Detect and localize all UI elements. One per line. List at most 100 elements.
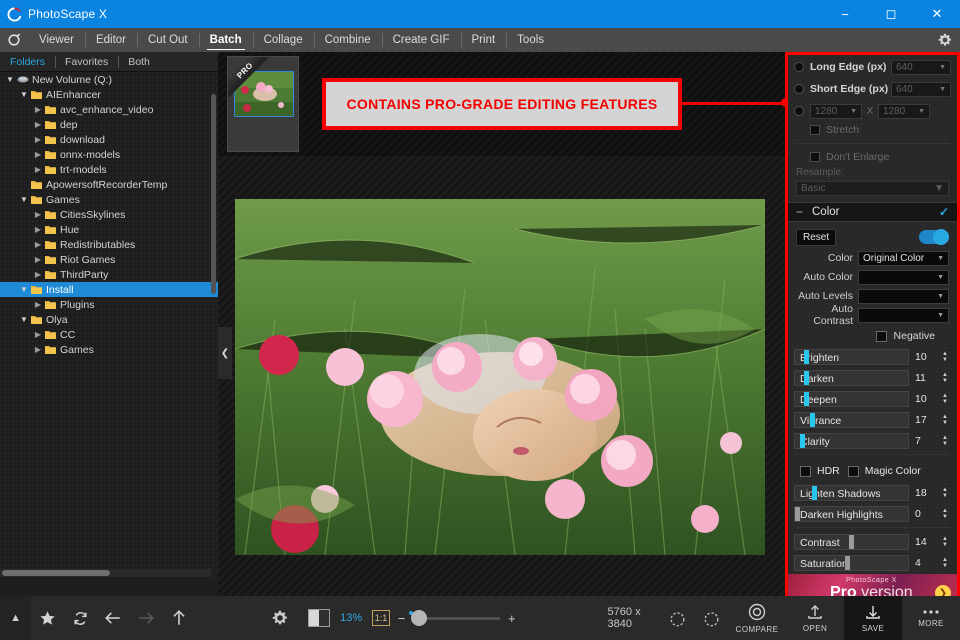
star-icon[interactable]	[31, 596, 64, 640]
dont-enlarge-checkbox[interactable]	[810, 152, 820, 162]
slider-thumb[interactable]	[804, 371, 809, 385]
minus-icon[interactable]: −	[796, 205, 808, 219]
chevron-right-icon[interactable]: ▶	[32, 105, 44, 114]
slider-clarity[interactable]: Clarity	[794, 433, 909, 449]
tree-node[interactable]: ▶CC	[0, 327, 218, 342]
slider-darken-highlights[interactable]: Darken Highlights	[794, 506, 909, 522]
gear-icon[interactable]	[930, 28, 960, 52]
slider-darken[interactable]: Darken	[794, 370, 909, 386]
open-button[interactable]: OPEN	[786, 596, 844, 640]
compare-button[interactable]: COMPARE	[728, 596, 786, 640]
menu-item-print[interactable]: Print	[461, 28, 507, 52]
height-combo[interactable]: 1280▼	[878, 104, 930, 119]
arrow-left-icon[interactable]	[97, 596, 130, 640]
gear-icon[interactable]	[263, 596, 296, 640]
menu-item-cut-out[interactable]: Cut Out	[137, 28, 199, 52]
spinner-icon[interactable]: ▲▼	[939, 351, 951, 363]
chevron-down-icon[interactable]: ▼	[18, 195, 30, 204]
slider-saturation[interactable]: Saturation	[794, 555, 909, 571]
auto-contrast-combo[interactable]: ▼	[858, 308, 949, 323]
chevron-right-icon[interactable]: ▶	[32, 225, 44, 234]
menu-item-combine[interactable]: Combine	[314, 28, 382, 52]
zoom-in-button[interactable]: +	[500, 611, 524, 626]
menu-item-collage[interactable]: Collage	[253, 28, 314, 52]
color-section-header[interactable]: − Color ✓	[788, 202, 957, 222]
chevron-down-icon[interactable]: ▼	[18, 315, 30, 324]
tree-node[interactable]: ▶avc_enhance_video	[0, 102, 218, 117]
chevron-right-icon[interactable]: ▶	[32, 270, 44, 279]
tree-node[interactable]: ▶Redistributables	[0, 237, 218, 252]
tree-horizontal-scrollbar-track[interactable]	[0, 569, 211, 577]
spinner-icon[interactable]: ▲▼	[939, 414, 951, 426]
width-height-radio[interactable]	[794, 106, 804, 116]
zoom-slider-thumb[interactable]	[411, 610, 427, 626]
refresh-icon[interactable]	[64, 596, 97, 640]
tab-both[interactable]: Both	[118, 52, 160, 72]
long-edge-radio[interactable]	[794, 62, 804, 72]
short-edge-radio[interactable]	[794, 84, 804, 94]
magic-color-checkbox[interactable]	[848, 466, 859, 477]
tree-node[interactable]: ▶onnx-models	[0, 147, 218, 162]
folder-tree[interactable]: ▼New Volume (Q:)▼AIEnhancer▶avc_enhance_…	[0, 72, 218, 577]
slider-vibrance[interactable]: Vibrance	[794, 412, 909, 428]
tree-vertical-scrollbar[interactable]	[211, 94, 216, 294]
tree-node[interactable]: ▼AIEnhancer	[0, 87, 218, 102]
reset-button[interactable]: Reset	[796, 229, 836, 246]
negative-checkbox[interactable]	[876, 331, 887, 342]
stretch-checkbox[interactable]	[810, 125, 820, 135]
rotate-right-icon[interactable]	[694, 596, 728, 640]
maximize-icon[interactable]: ◻	[868, 0, 914, 28]
split-view-icon[interactable]	[308, 609, 330, 627]
slider-lighten-shadows[interactable]: Lighten Shadows	[794, 485, 909, 501]
chevron-left-icon[interactable]: ❮	[218, 327, 232, 379]
chevron-right-icon[interactable]: ▶	[32, 240, 44, 249]
slider-contrast[interactable]: Contrast	[794, 534, 909, 550]
width-combo[interactable]: 1280▼	[810, 104, 862, 119]
auto-levels-combo[interactable]: ▼	[858, 289, 949, 304]
app-logo-icon[interactable]	[0, 28, 28, 52]
spinner-icon[interactable]: ▲▼	[939, 536, 951, 548]
tree-node[interactable]: ▶Games	[0, 342, 218, 357]
arrow-up-icon[interactable]	[163, 596, 196, 640]
menu-item-tools[interactable]: Tools	[506, 28, 555, 52]
spinner-icon[interactable]: ▲▼	[939, 435, 951, 447]
more-button[interactable]: MORE	[902, 596, 960, 640]
slider-thumb[interactable]	[845, 556, 850, 570]
slider-thumb[interactable]	[810, 413, 815, 427]
tab-favorites[interactable]: Favorites	[55, 52, 118, 72]
color-combo[interactable]: Original Color▼	[858, 251, 949, 266]
tree-horizontal-scrollbar-thumb[interactable]	[2, 570, 110, 576]
tree-node[interactable]: ApowersoftRecorderTemp	[0, 177, 218, 192]
tree-node-selected[interactable]: ▼Install	[0, 282, 218, 297]
menu-item-editor[interactable]: Editor	[85, 28, 137, 52]
tree-node[interactable]: ▶Hue	[0, 222, 218, 237]
tree-node[interactable]: ▶Riot Games	[0, 252, 218, 267]
chevron-right-icon[interactable]: ▶	[32, 330, 44, 339]
thumbnail-item[interactable]: PRO	[227, 56, 299, 152]
chevron-right-icon[interactable]: ▶	[32, 300, 44, 309]
long-edge-combo[interactable]: 640▼	[891, 60, 951, 75]
minimize-icon[interactable]: −	[822, 0, 868, 28]
tree-node[interactable]: ▶CitiesSkylines	[0, 207, 218, 222]
slider-brighten[interactable]: Brighten	[794, 349, 909, 365]
chevron-down-icon[interactable]: ▼	[18, 90, 30, 99]
tree-node[interactable]: ▼Games	[0, 192, 218, 207]
tree-node[interactable]: ▼New Volume (Q:)	[0, 72, 218, 87]
spinner-icon[interactable]: ▲▼	[939, 487, 951, 499]
chevron-right-icon[interactable]: ▶	[32, 150, 44, 159]
menu-item-create-gif[interactable]: Create GIF	[382, 28, 461, 52]
tree-node[interactable]: ▶download	[0, 132, 218, 147]
spinner-icon[interactable]: ▲▼	[939, 372, 951, 384]
check-icon[interactable]: ✓	[939, 205, 949, 219]
slider-thumb[interactable]	[804, 392, 809, 406]
tree-node[interactable]: ▶ThirdParty	[0, 267, 218, 282]
caret-up-icon[interactable]: ▲	[0, 596, 31, 640]
chevron-right-icon[interactable]: ▶	[32, 210, 44, 219]
chevron-right-icon[interactable]: ▶	[32, 165, 44, 174]
tree-node[interactable]: ▼Olya	[0, 312, 218, 327]
resample-combo[interactable]: Basic▼	[796, 181, 949, 196]
auto-color-combo[interactable]: ▼	[858, 270, 949, 285]
zoom-slider[interactable]	[413, 617, 500, 620]
tree-node[interactable]: ▶dep	[0, 117, 218, 132]
tree-node[interactable]: ▶Plugins	[0, 297, 218, 312]
